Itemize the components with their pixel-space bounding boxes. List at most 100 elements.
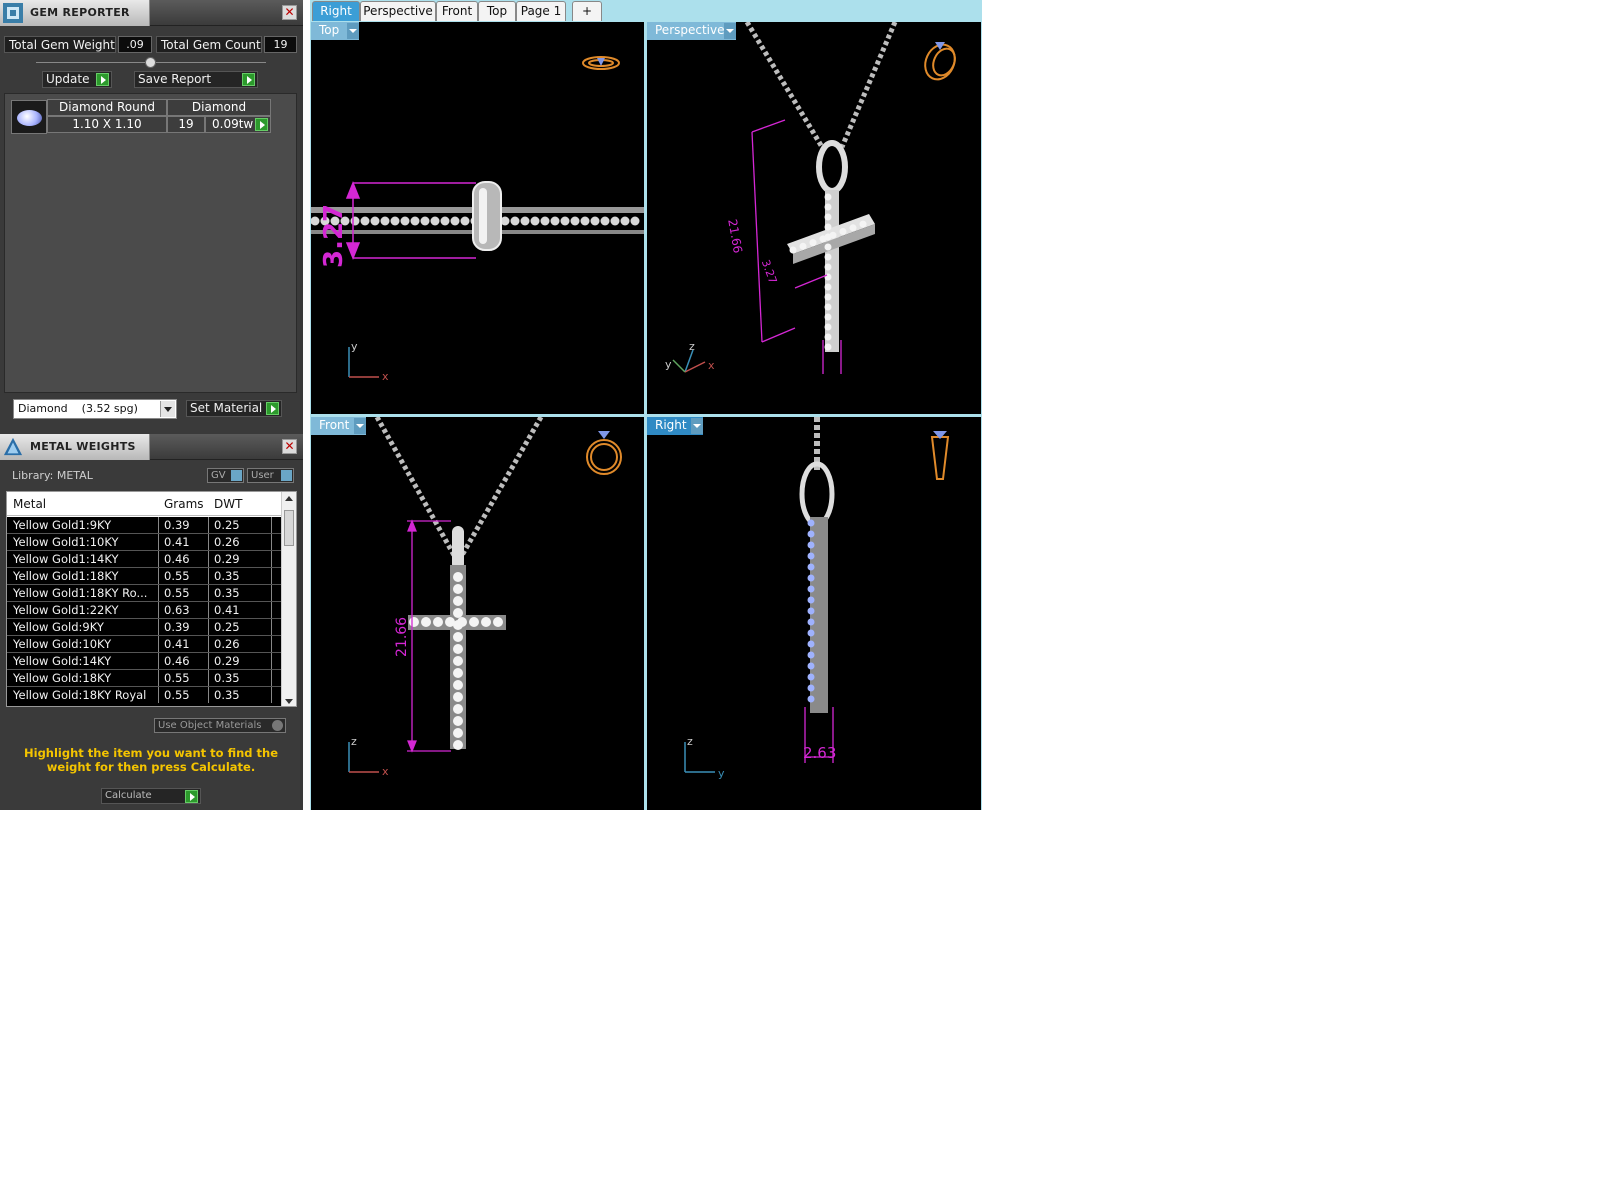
tab-right[interactable]: Right — [312, 1, 360, 21]
axis-x-label: x — [382, 370, 389, 383]
column-header-dwt[interactable]: DWT — [214, 497, 242, 511]
scroll-thumb[interactable] — [284, 510, 294, 546]
gem-weight-value: 0.09tw — [212, 117, 254, 131]
view-tabbar: Right Perspective Front Top Page 1 + — [310, 0, 982, 21]
dwt-cell: 0.35 — [214, 671, 240, 685]
table-row[interactable]: Yellow Gold:10KY 0.41 0.26 — [7, 636, 283, 653]
viewport-right[interactable]: 2.63 z y Right — [647, 417, 981, 810]
viewport-perspective-label[interactable]: Perspective — [647, 22, 736, 40]
chevron-down-icon[interactable] — [724, 23, 736, 39]
table-row[interactable]: Yellow Gold:9KY 0.39 0.25 — [7, 619, 283, 636]
gem-bead — [824, 323, 832, 331]
column-separator — [208, 551, 209, 567]
total-gem-weight-label: Total Gem Weight — [4, 36, 116, 53]
metal-weights-close-icon[interactable]: ✕ — [282, 439, 297, 454]
material-select[interactable]: Diamond (3.52 spg) — [13, 399, 177, 419]
update-button[interactable]: Update — [42, 71, 112, 88]
calculate-button[interactable]: Calculate — [101, 788, 201, 804]
app-window: GEM REPORTER ✕ Total Gem Weight .09 Tota… — [0, 0, 992, 810]
column-separator — [271, 687, 272, 703]
gem-bead — [380, 216, 390, 226]
gem-bead — [460, 216, 470, 226]
toggle-indicator-icon — [281, 470, 292, 481]
gem-bead — [520, 216, 530, 226]
chevron-down-icon[interactable] — [354, 418, 366, 434]
column-separator — [158, 670, 159, 686]
gem-bead — [453, 680, 463, 690]
column-separator — [208, 585, 209, 601]
table-row[interactable]: Yellow Gold1:18KY Ro... 0.55 0.35 — [7, 585, 283, 602]
chevron-down-icon[interactable] — [691, 418, 703, 434]
tab-perspective[interactable]: Perspective — [360, 1, 436, 21]
gem-bead — [453, 704, 463, 714]
viewport-right-label[interactable]: Right — [647, 417, 703, 435]
metal-weights-icon — [3, 437, 23, 456]
user-toggle[interactable]: User — [247, 468, 294, 483]
set-material-button[interactable]: Set Material — [186, 400, 282, 417]
gem-shape-cell[interactable]: Diamond Round — [47, 99, 167, 116]
gem-bead — [824, 273, 832, 281]
column-separator — [208, 602, 209, 618]
tab-front[interactable]: Front — [436, 1, 478, 21]
table-row[interactable]: Yellow Gold:14KY 0.46 0.29 — [7, 653, 283, 670]
viewport-top-label[interactable]: Top — [311, 22, 359, 40]
table-row[interactable]: Yellow Gold1:18KY 0.55 0.35 — [7, 568, 283, 585]
gem-reporter-titlebar: GEM REPORTER ✕ — [0, 0, 303, 26]
tab-top[interactable]: Top — [478, 1, 516, 21]
dwt-cell: 0.35 — [214, 569, 240, 583]
viewport-top[interactable]: 3.27 y x Top — [311, 22, 644, 414]
gem-bead — [453, 584, 463, 594]
gem-bead — [410, 216, 420, 226]
scroll-up-icon[interactable] — [285, 496, 293, 501]
viewport-front[interactable]: 21.66 z x Front — [311, 417, 644, 810]
table-scrollbar[interactable] — [281, 492, 296, 706]
column-separator — [271, 602, 272, 618]
use-object-materials-toggle[interactable]: Use Object Materials — [154, 718, 286, 733]
splitter-handle[interactable] — [145, 57, 156, 68]
front-dimension-line — [407, 519, 451, 753]
gem-list: Diamond Round Diamond 1.10 X 1.10 19 0.0… — [4, 93, 297, 393]
ring-orientation-icon — [930, 436, 950, 480]
column-header-metal[interactable]: Metal — [13, 497, 46, 511]
gem-bead — [630, 216, 640, 226]
gem-bead — [453, 692, 463, 702]
gem-bead — [453, 572, 463, 582]
table-row[interactable]: Yellow Gold:18KY Royal 0.55 0.35 — [7, 687, 283, 704]
gem-bead — [824, 193, 832, 201]
save-report-button[interactable]: Save Report — [134, 71, 258, 88]
column-separator — [271, 568, 272, 584]
metal-name-cell: Yellow Gold:10KY — [13, 637, 112, 651]
scroll-down-icon[interactable] — [285, 699, 293, 704]
table-row[interactable]: Yellow Gold1:10KY 0.41 0.26 — [7, 534, 283, 551]
gem-bead — [360, 216, 370, 226]
dwt-cell: 0.26 — [214, 637, 240, 651]
chevron-down-icon[interactable] — [347, 23, 359, 39]
gem-bead — [400, 216, 410, 226]
gv-toggle[interactable]: GV — [207, 468, 244, 483]
grams-cell: 0.55 — [164, 688, 190, 702]
tab-page-1[interactable]: Page 1 — [516, 1, 566, 21]
gem-count-cell[interactable]: 19 — [167, 116, 205, 133]
gem-bead — [824, 283, 832, 291]
add-tab-button[interactable]: + — [572, 1, 602, 21]
viewport-front-label[interactable]: Front — [311, 417, 366, 435]
gem-bead — [550, 216, 560, 226]
table-row[interactable]: Yellow Gold:18KY 0.55 0.35 — [7, 670, 283, 687]
gem-reporter-close-icon[interactable]: ✕ — [282, 5, 297, 20]
dwt-cell: 0.26 — [214, 535, 240, 549]
table-row[interactable]: Yellow Gold1:9KY 0.39 0.25 — [7, 517, 283, 534]
column-header-grams[interactable]: Grams — [164, 497, 204, 511]
gem-weight-cell[interactable]: 0.09tw — [205, 116, 271, 133]
perspective-view-render — [672, 22, 956, 374]
table-row[interactable]: Yellow Gold1:22KY 0.63 0.41 — [7, 602, 283, 619]
gem-bead — [469, 617, 479, 627]
gem-bead — [824, 203, 832, 211]
viewport-perspective[interactable]: 21.66 3.27 z y x Perspective — [647, 22, 981, 414]
gem-size-cell[interactable]: 1.10 X 1.10 — [47, 116, 167, 133]
dwt-cell: 0.29 — [214, 654, 240, 668]
diamond-round-thumbnail[interactable] — [11, 100, 47, 134]
bail-shape — [799, 461, 835, 527]
gem-material-cell[interactable]: Diamond — [167, 99, 271, 116]
table-row[interactable]: Yellow Gold1:14KY 0.46 0.29 — [7, 551, 283, 568]
viewport-front-name: Front — [319, 418, 350, 432]
